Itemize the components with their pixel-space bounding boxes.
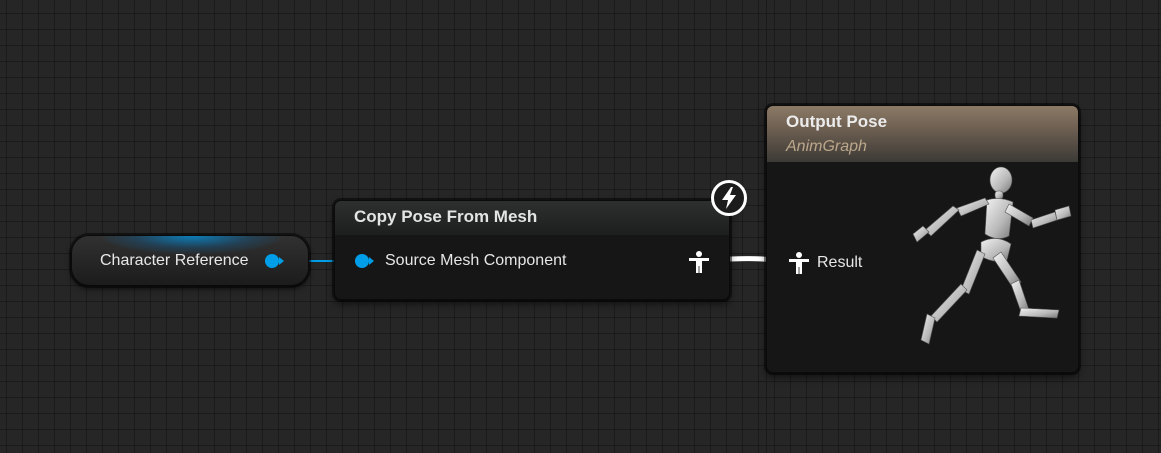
- character-reference-node[interactable]: Character Reference: [71, 235, 309, 286]
- node-title: Output Pose: [786, 112, 888, 131]
- running-mannequin-icon: [912, 166, 1072, 345]
- source-mesh-component-input-pin[interactable]: [355, 254, 374, 268]
- source-mesh-component-label: Source Mesh Component: [385, 252, 567, 269]
- node-subtitle: AnimGraph: [786, 138, 867, 155]
- lightning-bolt-icon: [711, 180, 747, 216]
- node-title: Copy Pose From Mesh: [354, 207, 538, 226]
- node-header: Copy Pose From Mesh: [335, 201, 729, 235]
- output-pose-node[interactable]: Output Pose AnimGraph Result: [766, 105, 1079, 373]
- character-reference-label: Character Reference: [100, 252, 249, 269]
- pose-pin-icon[interactable]: [787, 251, 811, 275]
- copy-pose-from-mesh-node[interactable]: Copy Pose From Mesh Source Mesh Componen…: [334, 200, 730, 300]
- result-pin-label: Result: [817, 254, 863, 271]
- character-reference-output-pin[interactable]: [265, 254, 284, 268]
- graph-canvas[interactable]: Character Reference Copy Pose From Mesh …: [0, 0, 1161, 453]
- pose-pin-icon[interactable]: [687, 250, 711, 274]
- node-header: Output Pose AnimGraph: [767, 106, 1078, 162]
